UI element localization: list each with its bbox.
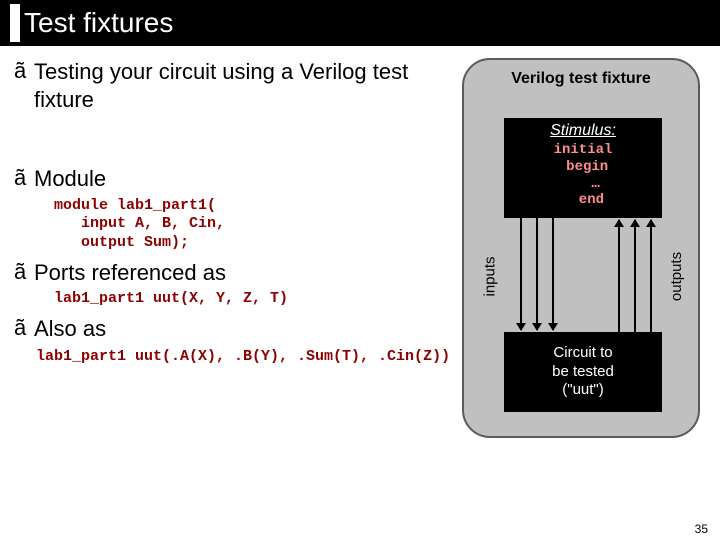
output-arrow-icon (634, 220, 636, 332)
bullet-text: Testing your circuit using a Verilog tes… (34, 58, 444, 113)
code-module-line3: output Sum); (54, 234, 444, 253)
title-gap (10, 4, 20, 42)
bullet-marker: ã (14, 315, 34, 341)
bullet-text: Ports referenced as (34, 259, 226, 287)
bullet-marker: ã (14, 58, 34, 84)
output-arrow-icon (618, 220, 620, 332)
code-module-line2: input A, B, Cin, (54, 215, 444, 234)
bullet-ports: ã Ports referenced as (14, 259, 444, 287)
fixture-title: Verilog test fixture (464, 70, 698, 88)
bullet-marker: ã (14, 165, 34, 191)
input-arrow-icon (520, 218, 522, 330)
bullet-testing: ã Testing your circuit using a Verilog t… (14, 58, 444, 113)
circuit-text: Circuit to be tested ("uut") (552, 344, 614, 400)
page-title: Test fixtures (24, 7, 173, 39)
left-column: ã Testing your circuit using a Verilog t… (14, 58, 444, 366)
inputs-label: inputs (482, 256, 499, 296)
stimulus-title: Stimulus: (504, 122, 662, 140)
circuit-box: Circuit to be tested ("uut") (504, 332, 662, 412)
bullet-also: ã Also as (14, 315, 444, 343)
stimulus-code: initial begin … end (504, 142, 662, 209)
bullet-module: ã Module (14, 165, 444, 193)
input-arrow-icon (552, 218, 554, 330)
output-arrow-icon (650, 220, 652, 332)
title-bar: Test fixtures (0, 0, 720, 46)
bullet-text: Also as (34, 315, 106, 343)
bullet-marker: ã (14, 259, 34, 285)
code-module-line1: module lab1_part1( (54, 197, 444, 216)
outputs-label: outputs (668, 252, 685, 301)
input-arrow-icon (536, 218, 538, 330)
code-also-as: lab1_part1 uut(.A(X), .B(Y), .Sum(T), .C… (36, 347, 444, 367)
fixture-panel: Verilog test fixture Stimulus: initial b… (462, 58, 700, 438)
code-ports-ref: lab1_part1 uut(X, Y, Z, T) (54, 290, 444, 309)
stimulus-box: Stimulus: initial begin … end (504, 118, 662, 218)
bullet-text: Module (34, 165, 106, 193)
page-number: 35 (695, 522, 708, 536)
